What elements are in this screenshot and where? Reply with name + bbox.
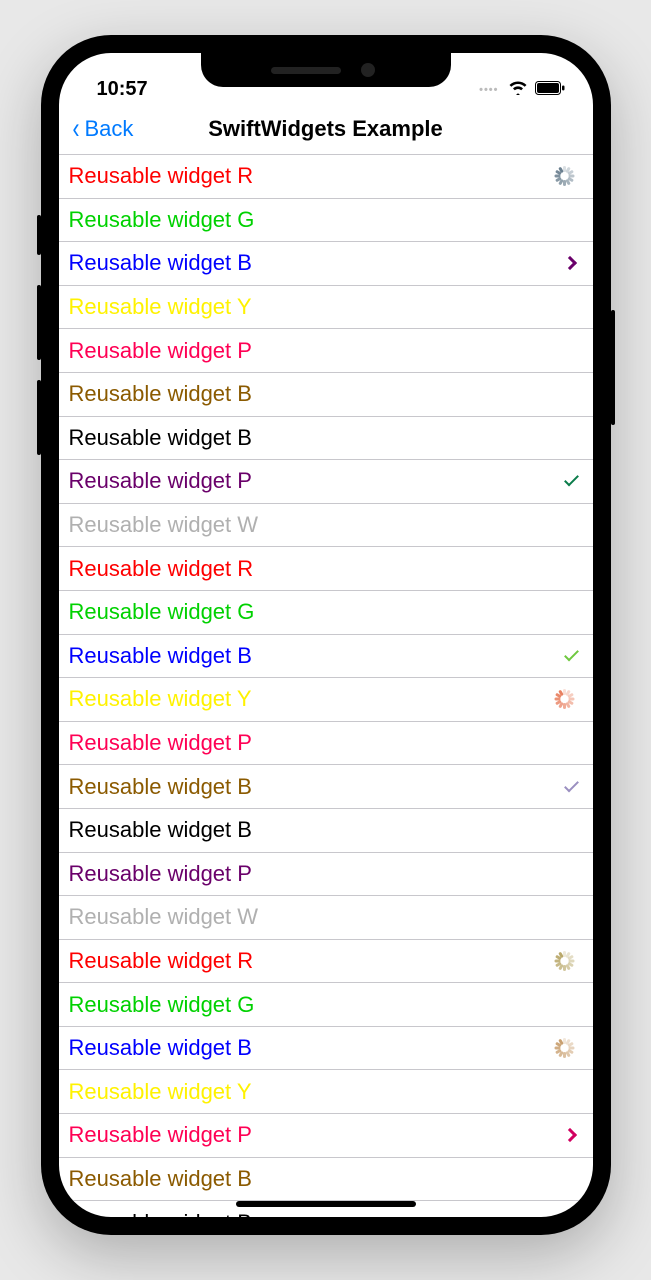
row-label: Reusable widget G [69, 992, 575, 1018]
table-row[interactable]: Reusable widget B [59, 373, 593, 417]
row-label: Reusable widget B [69, 381, 575, 407]
back-label: Back [85, 116, 134, 142]
row-label: Reusable widget P [69, 730, 575, 756]
table-row[interactable]: Reusable widget R [59, 155, 593, 199]
row-label: Reusable widget B [69, 1166, 575, 1192]
row-label: Reusable widget W [69, 904, 575, 930]
table-row[interactable]: Reusable widget W [59, 504, 593, 548]
table-row[interactable]: Reusable widget B [59, 809, 593, 853]
spinner-icon [555, 1213, 575, 1217]
table-row[interactable]: Reusable widget R [59, 547, 593, 591]
page-title: SwiftWidgets Example [59, 116, 593, 142]
row-label: Reusable widget P [69, 1122, 565, 1148]
row-label: Reusable widget G [69, 599, 575, 625]
status-time: 10:57 [97, 78, 148, 100]
row-label: Reusable widget B [69, 250, 565, 276]
wifi-icon [508, 78, 528, 101]
table-row[interactable]: Reusable widget B [59, 417, 593, 461]
spinner-icon [555, 166, 575, 186]
chevron-right-icon [562, 1128, 576, 1142]
table-row[interactable]: Reusable widget P [59, 329, 593, 373]
table-row[interactable]: Reusable widget B [59, 242, 593, 286]
row-label: Reusable widget R [69, 163, 555, 189]
table-row[interactable]: Reusable widget B [59, 635, 593, 679]
spinner-icon [555, 1038, 575, 1058]
row-label: Reusable widget P [69, 861, 575, 887]
table-row[interactable]: Reusable widget G [59, 199, 593, 243]
home-indicator[interactable] [236, 1201, 416, 1207]
spinner-icon [555, 951, 575, 971]
table-row[interactable]: Reusable widget R [59, 940, 593, 984]
row-label: Reusable widget B [69, 817, 575, 843]
table-row[interactable]: Reusable widget P [59, 722, 593, 766]
table-row[interactable]: Reusable widget P [59, 853, 593, 897]
table-view[interactable]: Reusable widget R Reusable widget G Reusab… [59, 155, 593, 1217]
row-label: Reusable widget Y [69, 294, 575, 320]
table-row[interactable]: Reusable widget B [59, 1158, 593, 1202]
table-row[interactable]: Reusable widget Y [59, 286, 593, 330]
table-row[interactable]: Reusable widget G [59, 983, 593, 1027]
table-row[interactable]: Reusable widget B [59, 1027, 593, 1071]
navigation-bar: ‹ Back SwiftWidgets Example [59, 103, 593, 155]
row-label: Reusable widget G [69, 207, 575, 233]
table-row[interactable]: Reusable widget Y [59, 1070, 593, 1114]
back-button[interactable]: ‹ Back [59, 114, 134, 144]
row-label: Reusable widget B [69, 425, 575, 451]
row-label: Reusable widget B [69, 1210, 555, 1217]
cell-signal-icon: •••• [479, 84, 498, 96]
table-row[interactable]: Reusable widget Y [59, 678, 593, 722]
row-label: Reusable widget B [69, 643, 568, 669]
row-label: Reusable widget R [69, 948, 555, 974]
chevron-left-icon: ‹ [72, 114, 79, 144]
table-row[interactable]: Reusable widget W [59, 896, 593, 940]
table-row[interactable]: Reusable widget B [59, 765, 593, 809]
row-label: Reusable widget P [69, 468, 568, 494]
row-label: Reusable widget W [69, 512, 575, 538]
row-label: Reusable widget R [69, 556, 575, 582]
row-label: Reusable widget B [69, 1035, 555, 1061]
row-label: Reusable widget B [69, 774, 568, 800]
spinner-icon [555, 689, 575, 709]
table-row[interactable]: Reusable widget P [59, 460, 593, 504]
table-row[interactable]: Reusable widget G [59, 591, 593, 635]
table-row[interactable]: Reusable widget P [59, 1114, 593, 1158]
chevron-right-icon [562, 256, 576, 270]
row-label: Reusable widget P [69, 338, 575, 364]
row-label: Reusable widget Y [69, 686, 555, 712]
row-label: Reusable widget Y [69, 1079, 575, 1105]
battery-icon [535, 78, 565, 101]
